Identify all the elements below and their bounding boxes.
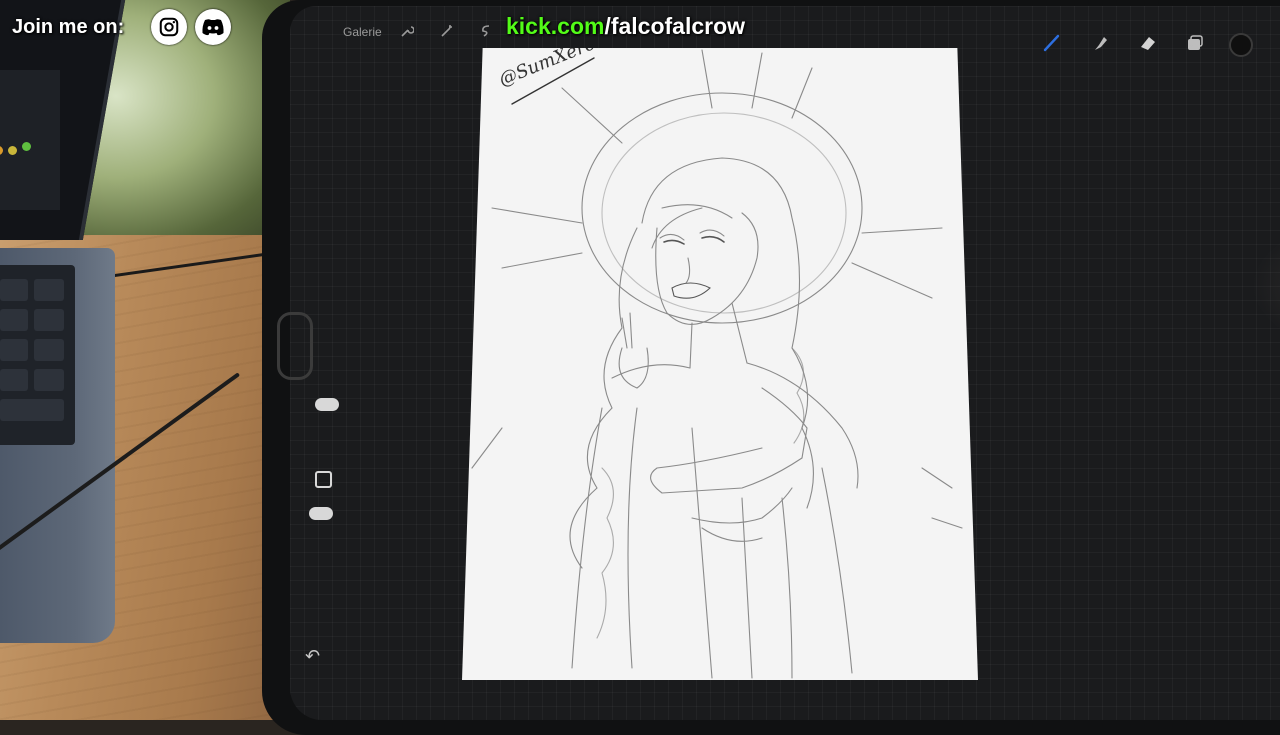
opacity-slider[interactable] <box>309 507 333 520</box>
kick-path: /falcofalcrow <box>604 13 746 39</box>
status-dot <box>0 146 3 155</box>
key <box>34 339 64 361</box>
brush-size-slider[interactable] <box>315 398 339 411</box>
status-dot <box>22 142 31 151</box>
svg-text:@SumXeroina: @SumXeroina <box>496 48 624 91</box>
key <box>0 399 64 421</box>
key <box>34 309 64 331</box>
eraser-icon[interactable] <box>1138 33 1156 51</box>
modify-button[interactable] <box>315 471 332 488</box>
screen-glare <box>1250 206 1280 366</box>
key <box>0 279 28 301</box>
brush-icon[interactable] <box>1042 33 1060 52</box>
kick-channel-link[interactable]: kick.com/falcofalcrow <box>506 13 745 40</box>
kick-domain: kick.com <box>506 13 605 39</box>
discord-icon[interactable] <box>195 9 231 45</box>
wrench-icon[interactable] <box>400 24 415 41</box>
artist-signature: @SumXeroina <box>496 48 624 105</box>
smudge-icon[interactable] <box>1090 33 1108 51</box>
key <box>0 339 28 361</box>
key <box>34 279 64 301</box>
magic-wand-icon[interactable] <box>440 24 454 41</box>
layers-icon[interactable] <box>1185 33 1203 51</box>
undo-icon[interactable]: ↶ <box>305 646 320 667</box>
key <box>0 309 28 331</box>
key <box>34 369 64 391</box>
pencil-sketch: @SumXeroina <box>471 48 963 679</box>
laptop-keyboard <box>0 265 75 445</box>
join-me-label: Join me on: <box>12 16 125 38</box>
color-picker-icon[interactable] <box>1229 33 1253 57</box>
gallery-button[interactable]: Galerie <box>343 25 382 39</box>
key <box>0 369 28 391</box>
selection-icon[interactable] <box>480 24 492 41</box>
status-dot <box>8 146 17 155</box>
instagram-icon[interactable] <box>151 9 187 45</box>
laptop-app-panel <box>0 70 60 266</box>
tablet-camera-housing <box>277 312 313 380</box>
